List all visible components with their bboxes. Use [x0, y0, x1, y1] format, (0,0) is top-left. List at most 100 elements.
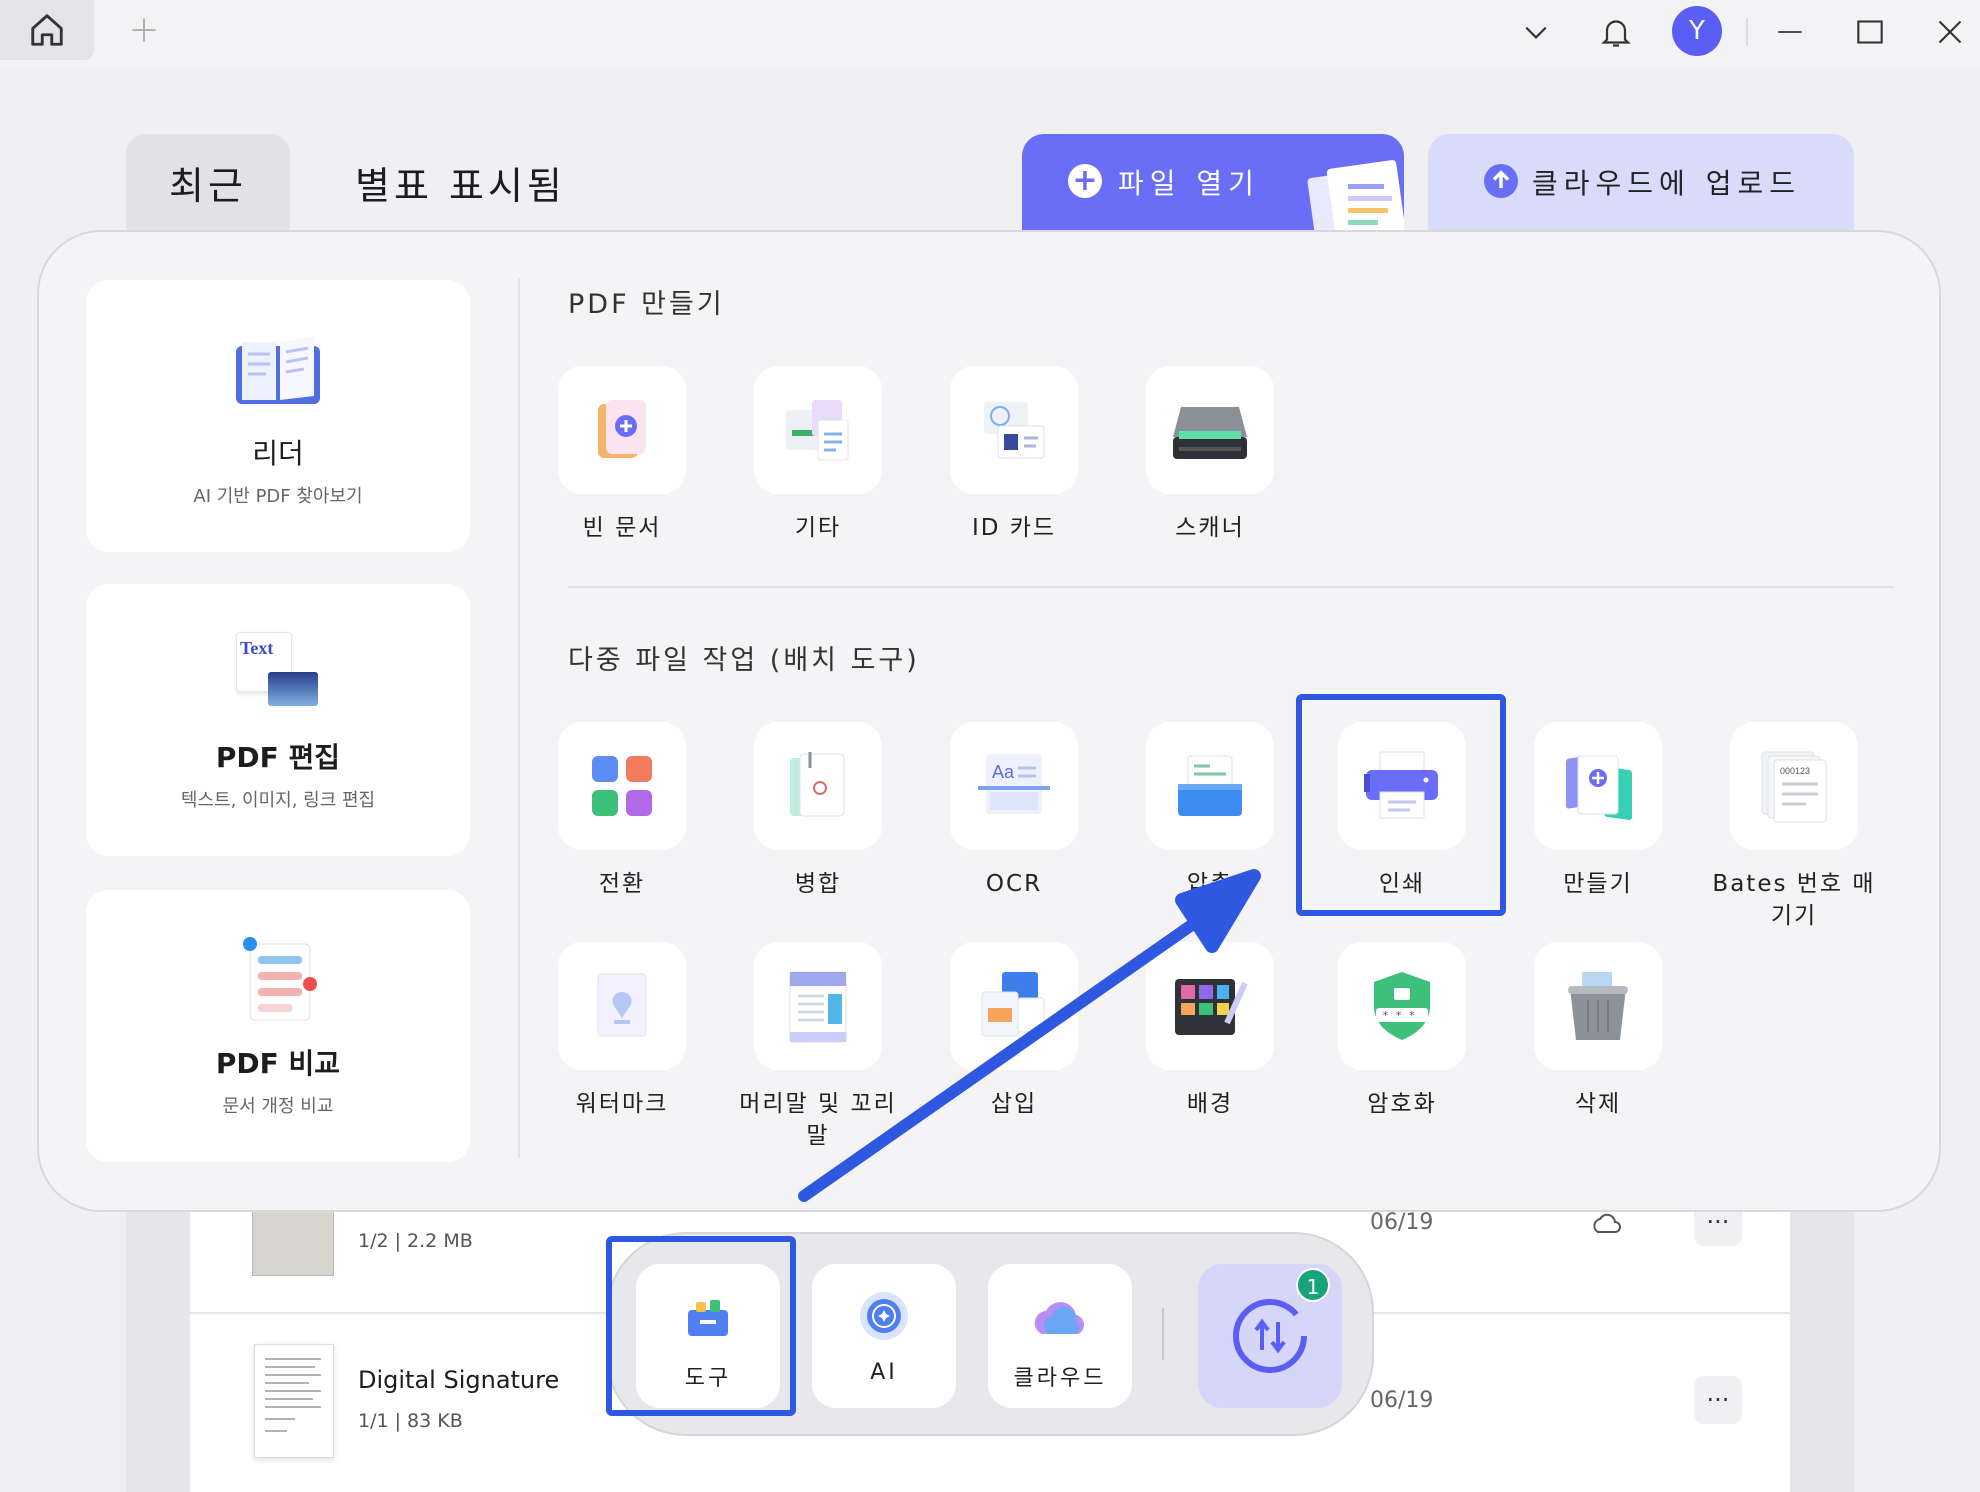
batch-create-tool[interactable]: 만들기 [1514, 722, 1682, 900]
file-date: 06/19 [1370, 1210, 1434, 1235]
plus-circle-icon: + [1068, 164, 1102, 198]
avatar[interactable]: Y [1672, 6, 1722, 56]
cloud-status-icon[interactable] [1590, 1210, 1622, 1240]
convert-tool[interactable]: 전환 [538, 722, 706, 900]
bates-numbering-tool[interactable]: 000123 Bates 번호 매기기 [1710, 722, 1878, 932]
tool-label: OCR [985, 871, 1043, 897]
dock-divider [1162, 1308, 1164, 1360]
pdf-compare-card[interactable]: PDF 비교 문서 개정 비교 [86, 890, 470, 1162]
file-thumbnail [254, 1344, 334, 1458]
new-tab-button[interactable] [126, 12, 162, 48]
compare-icon [243, 937, 317, 1021]
tool-label: 암호화 [1367, 1091, 1437, 1117]
create-document-icon [1566, 755, 1632, 821]
merge-tool[interactable]: 병합 [734, 722, 902, 900]
maximize-icon [1857, 20, 1883, 44]
reader-card[interactable]: 리더 AI 기반 PDF 찾아보기 [86, 280, 470, 552]
dock-ai-button[interactable]: AI [812, 1264, 956, 1408]
tool-label: 압축 [1186, 871, 1234, 897]
watermark-icon [597, 973, 647, 1037]
files-icon [786, 400, 849, 461]
tab-starred[interactable]: 별표 표시됨 [355, 155, 566, 210]
tool-label: ID 카드 [971, 515, 1057, 541]
delete-tool[interactable]: 삭제 [1514, 942, 1682, 1120]
notification-button[interactable] [1592, 8, 1640, 56]
print-highlight-box [1296, 694, 1506, 916]
trash-icon [1568, 972, 1628, 1040]
cloud-icon [1034, 1302, 1085, 1334]
insert-tool[interactable]: 삽입 [930, 942, 1098, 1120]
palette-icon [1175, 979, 1248, 1035]
ocr-tool[interactable]: Aa OCR [930, 722, 1098, 900]
blank-document-icon [598, 400, 646, 458]
sync-icon [1233, 1299, 1307, 1373]
dock-ai-label: AI [870, 1360, 898, 1385]
pdf-edit-card[interactable]: Text PDF 편집 텍스트, 이미지, 링크 편집 [86, 584, 470, 856]
id-card-icon [984, 402, 1045, 459]
more-options-button[interactable]: ··· [1694, 1376, 1742, 1424]
dropdown-button[interactable] [1512, 8, 1560, 56]
tool-label: 기타 [794, 515, 842, 541]
ai-icon [860, 1292, 908, 1340]
book-icon [236, 336, 320, 404]
batch-section-title: 다중 파일 작업 (배치 도구) [568, 645, 920, 676]
minimize-button[interactable] [1766, 8, 1814, 56]
pdf-compare-subtitle: 문서 개정 비교 [222, 1096, 334, 1117]
scanner-tool[interactable]: 스캐너 [1126, 366, 1294, 544]
compress-icon [1178, 755, 1242, 816]
title-bar: Y [0, 0, 1980, 70]
id-card-tool[interactable]: ID 카드 [930, 366, 1098, 544]
home-icon [31, 14, 63, 46]
pdf-edit-subtitle: 텍스트, 이미지, 링크 편집 [180, 790, 376, 811]
upload-cloud-button[interactable]: 클라우드에 업로드 [1428, 134, 1854, 230]
blank-document-tool[interactable]: 빈 문서 [538, 366, 706, 544]
horizontal-divider [568, 586, 1894, 588]
header-footer-tool[interactable]: 머리말 및 꼬리말 [734, 942, 902, 1152]
tools-highlight-box [606, 1236, 796, 1416]
svg-text:* * *: * * * [1382, 1009, 1415, 1022]
ellipsis-icon: ··· [1706, 1386, 1730, 1414]
open-file-label: 파일 열기 [1118, 167, 1260, 200]
scanner-icon [1173, 407, 1247, 459]
tool-label: 만들기 [1563, 871, 1633, 897]
tool-label: 스캐너 [1175, 515, 1245, 541]
tab-recent[interactable]: 최근 [126, 134, 290, 230]
background-tool[interactable]: 배경 [1126, 942, 1294, 1120]
tool-label: 빈 문서 [582, 515, 662, 541]
encrypt-tool[interactable]: * * * 암호화 [1318, 942, 1486, 1120]
minimize-icon [1778, 31, 1802, 33]
plus-icon [132, 18, 156, 42]
close-icon [1938, 20, 1962, 44]
svg-text:Aa: Aa [992, 762, 1015, 782]
tool-label: 워터마크 [575, 1091, 669, 1117]
ocr-icon: Aa [978, 754, 1050, 814]
dock-cloud-label: 클라우드 [1013, 1366, 1107, 1391]
tool-label: 전환 [598, 871, 646, 897]
home-tab[interactable] [0, 0, 94, 60]
maximize-button[interactable] [1846, 8, 1894, 56]
close-button[interactable] [1926, 8, 1974, 56]
pdf-compare-title: PDF 비교 [215, 1047, 341, 1080]
file-date: 06/19 [1370, 1388, 1434, 1413]
convert-icon [592, 756, 652, 816]
compress-tool[interactable]: 압축 [1126, 722, 1294, 900]
file-name[interactable]: Digital Signature [358, 1366, 559, 1394]
pdf-edit-title: PDF 편집 [215, 741, 341, 774]
bates-number-icon: 000123 [1761, 751, 1827, 823]
tool-label: 머리말 및 꼬리말 [739, 1091, 897, 1149]
tool-label: Bates 번호 매기기 [1712, 871, 1876, 929]
watermark-tool[interactable]: 워터마크 [538, 942, 706, 1120]
shield-lock-icon: * * * [1374, 972, 1430, 1040]
other-create-tool[interactable]: 기타 [734, 366, 902, 544]
reader-title: 리더 [252, 437, 304, 470]
ellipsis-icon: ··· [1706, 1208, 1730, 1236]
open-file-button[interactable]: + 파일 열기 [1022, 134, 1404, 230]
file-meta: 1/2 | 2.2 MB [358, 1230, 473, 1252]
tool-label: 배경 [1186, 1091, 1234, 1117]
chevron-down-icon [1525, 26, 1547, 39]
dock-cloud-button[interactable]: 클라우드 [988, 1264, 1132, 1408]
svg-text:000123: 000123 [1780, 766, 1810, 776]
tool-label: 병합 [794, 871, 842, 897]
reader-subtitle: AI 기반 PDF 찾아보기 [193, 486, 363, 507]
divider [1746, 18, 1748, 46]
